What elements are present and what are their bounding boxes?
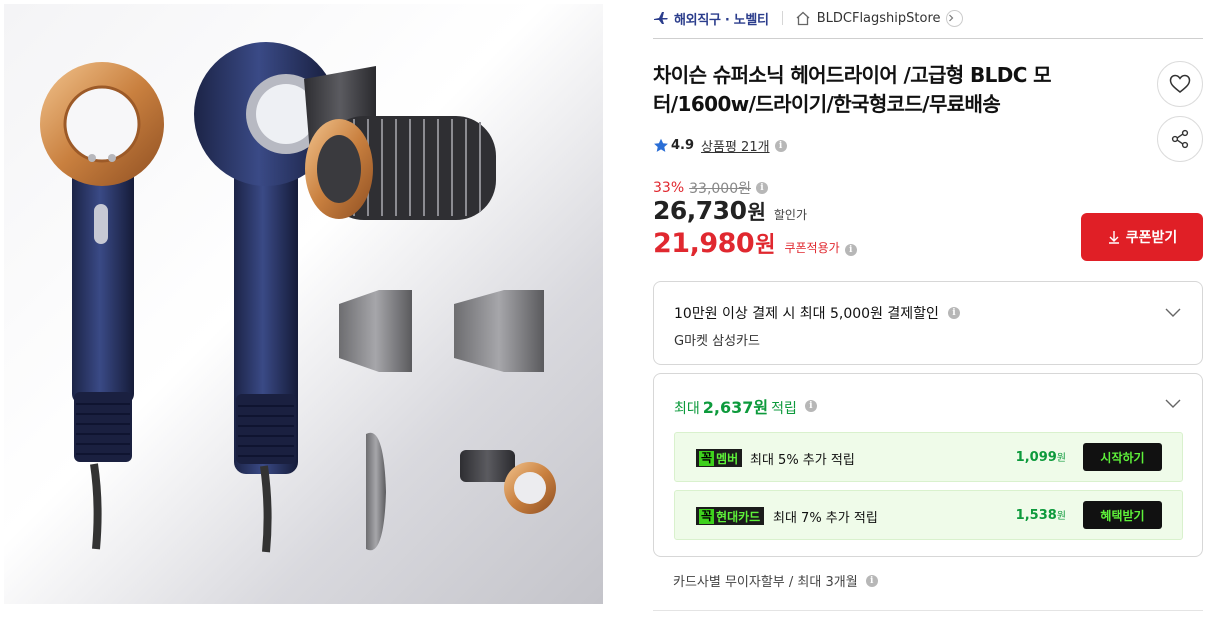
seller-breadcrumb: 해외직구 · 노벨티 BLDCFlagshipStore bbox=[653, 6, 1203, 30]
overseas-shopping-link[interactable]: 해외직구 · 노벨티 bbox=[653, 9, 769, 28]
bottom-divider bbox=[653, 610, 1203, 611]
price-info-icon[interactable]: i bbox=[756, 182, 768, 194]
points-suffix: 적립 bbox=[771, 401, 797, 417]
member-badge: 꼭 멤버 bbox=[696, 449, 743, 467]
chevron-down-icon[interactable] bbox=[1164, 306, 1182, 318]
installment-info-icon[interactable]: i bbox=[865, 574, 878, 587]
payment-info-icon[interactable]: i bbox=[947, 307, 960, 319]
get-coupon-button[interactable]: 쿠폰받기 bbox=[1081, 213, 1203, 261]
get-benefit-button[interactable]: 혜택받기 bbox=[1083, 501, 1162, 529]
badge-mark: 꼭 bbox=[699, 508, 715, 524]
product-info-panel: 해외직구 · 노벨티 BLDCFlagshipStore 차이슨 슈퍼소닉 헤어… bbox=[653, 0, 1203, 617]
coupon-price: 21,980 bbox=[653, 228, 755, 259]
badge-label: 멤버 bbox=[716, 451, 739, 466]
header-divider bbox=[653, 38, 1203, 39]
points-amount: 2,637원 bbox=[702, 398, 769, 417]
sale-price-row: 26,730 원 할인가 bbox=[653, 196, 807, 225]
reviews-link[interactable]: 상품평 21개 bbox=[701, 136, 770, 155]
sale-price-label: 할인가 bbox=[773, 208, 808, 222]
rating-score: 4.9 bbox=[671, 138, 695, 153]
start-membership-button[interactable]: 시작하기 bbox=[1083, 443, 1162, 471]
points-card: 최대 2,637원 적립 i 꼭 멤버 최대 5% 추가 적립 1,099원 시… bbox=[653, 373, 1203, 557]
benefit-text: 최대 7% 추가 적립 bbox=[773, 511, 878, 526]
hyundai-card-badge: 꼭 현대카드 bbox=[696, 507, 765, 525]
payment-discount-row: 10만원 이상 결제 시 최대 5,000원 결제할인 i bbox=[674, 303, 960, 323]
rating-summary: 4.9 상품평 21개 i bbox=[653, 136, 787, 155]
discount-row: 33% 33,000원 i bbox=[653, 178, 768, 198]
payment-discount-card[interactable]: 10만원 이상 결제 시 최대 5,000원 결제할인 i G마켓 삼성카드 bbox=[653, 281, 1203, 365]
share-icon bbox=[1171, 129, 1189, 149]
plane-icon bbox=[654, 12, 668, 24]
benefit-value: 1,538원 bbox=[1015, 508, 1066, 523]
coupon-price-row: 21,980 원 쿠폰적용가 i bbox=[653, 227, 857, 259]
points-summary: 최대 2,637원 적립 i bbox=[674, 394, 817, 418]
hair-dryer-illustration bbox=[40, 42, 556, 553]
benefit-text: 최대 5% 추가 적립 bbox=[750, 453, 855, 468]
coupon-price-currency: 원 bbox=[755, 233, 776, 258]
coupon-price-label: 쿠폰적용가 bbox=[784, 241, 840, 255]
store-link[interactable]: BLDCFlagshipStore bbox=[795, 9, 963, 27]
like-button[interactable] bbox=[1157, 61, 1203, 107]
benefit-row-member: 꼭 멤버 최대 5% 추가 적립 1,099원 시작하기 bbox=[674, 432, 1183, 482]
points-prefix: 최대 bbox=[674, 401, 700, 417]
coupon-info-icon[interactable]: i bbox=[844, 244, 857, 256]
original-price: 33,000원 bbox=[689, 181, 751, 197]
breadcrumb-divider bbox=[781, 11, 783, 25]
points-info-icon[interactable]: i bbox=[804, 400, 817, 412]
sale-price: 26,730 bbox=[653, 196, 747, 225]
store-home-icon bbox=[796, 11, 810, 25]
payment-discount-text: 10만원 이상 결제 시 최대 5,000원 결제할인 bbox=[674, 306, 939, 322]
product-image bbox=[4, 4, 603, 604]
share-button[interactable] bbox=[1157, 116, 1203, 162]
chevron-down-icon[interactable] bbox=[1164, 397, 1182, 409]
store-name: BLDCFlagshipStore bbox=[816, 10, 941, 26]
reviews-info-icon[interactable]: i bbox=[774, 139, 787, 152]
get-coupon-label: 쿠폰받기 bbox=[1125, 230, 1178, 246]
installment-text: 카드사별 무이자할부 / 최대 3개월 bbox=[673, 575, 858, 590]
heart-icon bbox=[1169, 74, 1191, 93]
installment-info: 카드사별 무이자할부 / 최대 3개월 i bbox=[673, 571, 878, 590]
star-icon bbox=[654, 138, 668, 152]
badge-mark: 꼭 bbox=[699, 450, 715, 466]
store-chevron-right-icon[interactable] bbox=[945, 9, 963, 27]
download-arrow-icon bbox=[1108, 231, 1119, 244]
payment-card-name: G마켓 삼성카드 bbox=[674, 334, 760, 349]
product-title: 차이슨 슈퍼소닉 헤어드라이어 /고급형 BLDC 모터/1600w/드라이기/… bbox=[653, 63, 1052, 116]
sale-price-currency: 원 bbox=[747, 200, 766, 224]
badge-label: 현대카드 bbox=[716, 509, 761, 524]
discount-rate: 33% bbox=[653, 180, 685, 196]
benefit-row-hyundai-card: 꼭 현대카드 최대 7% 추가 적립 1,538원 혜택받기 bbox=[674, 490, 1183, 540]
overseas-label: 해외직구 · 노벨티 bbox=[674, 12, 769, 28]
benefit-value: 1,099원 bbox=[1015, 450, 1066, 465]
